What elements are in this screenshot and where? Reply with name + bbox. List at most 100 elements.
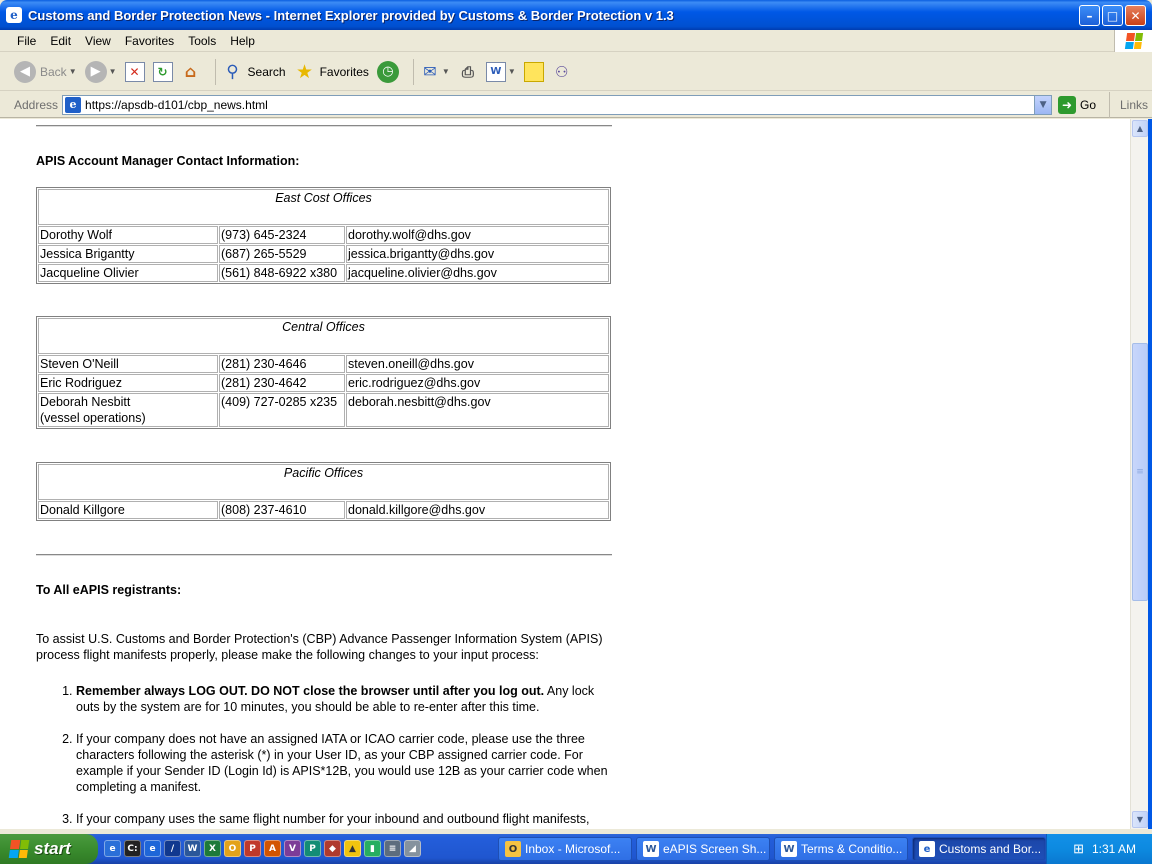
list-item: If your company uses the same flight num… bbox=[76, 811, 612, 829]
network-icon[interactable]: ⊞ bbox=[1073, 841, 1084, 857]
outlook-icon[interactable]: O bbox=[224, 840, 241, 857]
forward-dropdown-icon[interactable]: ▼ bbox=[109, 67, 117, 76]
east-offices-table: East Cost Offices Dorothy Wolf (973) 645… bbox=[36, 187, 611, 284]
go-label: Go bbox=[1080, 97, 1097, 112]
menu-tools[interactable]: Tools bbox=[181, 34, 223, 48]
favorites-button[interactable]: ★ Favorites bbox=[294, 61, 369, 83]
menu-favorites[interactable]: Favorites bbox=[118, 34, 181, 48]
windows-flag-icon bbox=[8, 840, 30, 858]
folder-icon[interactable]: ▲ bbox=[344, 840, 361, 857]
home-icon: ⌂ bbox=[184, 62, 197, 81]
contact-name: Steven O'Neill bbox=[38, 355, 218, 373]
menu-edit[interactable]: Edit bbox=[43, 34, 78, 48]
menu-view[interactable]: View bbox=[78, 34, 118, 48]
stop-button[interactable]: ✕ bbox=[124, 61, 145, 82]
scroll-down-button[interactable]: ▼ bbox=[1132, 811, 1148, 828]
edit-button[interactable]: W ▼ bbox=[485, 61, 516, 82]
menu-file[interactable]: File bbox=[10, 34, 43, 48]
search-button[interactable]: ⚲ Search bbox=[222, 61, 285, 83]
window-title: Customs and Border Protection News - Int… bbox=[28, 7, 674, 23]
visio-icon[interactable]: V bbox=[284, 840, 301, 857]
ie-icon[interactable]: e bbox=[144, 840, 161, 857]
office-heading: Pacific Offices bbox=[38, 464, 609, 500]
history-button[interactable]: ◷ bbox=[376, 60, 399, 83]
go-button[interactable]: ➜ Go bbox=[1058, 95, 1097, 114]
contact-note: (vessel operations) bbox=[40, 411, 146, 425]
edit-dropdown-icon[interactable]: ▼ bbox=[508, 67, 516, 76]
pacific-offices-table: Pacific Offices Donald Killgore (808) 23… bbox=[36, 462, 611, 521]
table-row: Deborah Nesbitt (vessel operations) (409… bbox=[38, 393, 609, 427]
contact-phone: (561) 848-6922 x380 bbox=[219, 264, 345, 282]
close-button[interactable]: ✕ bbox=[1125, 5, 1146, 26]
excel-icon[interactable]: X bbox=[204, 840, 221, 857]
address-field[interactable]: e ▼ bbox=[62, 94, 1053, 115]
home-button[interactable]: ⌂ bbox=[181, 62, 201, 82]
standard-toolbar: ◀ Back ▼ ▶ ▼ ✕ ↻ ⌂ ⚲ Search ★ Favorites … bbox=[0, 53, 1152, 91]
address-input[interactable] bbox=[85, 97, 1035, 112]
instruction-list: Remember always LOG OUT. DO NOT close th… bbox=[76, 683, 612, 829]
address-label: Address bbox=[14, 97, 59, 112]
maximize-button[interactable]: □ bbox=[1102, 5, 1123, 26]
start-button[interactable]: start bbox=[0, 834, 98, 864]
window-title-bar[interactable]: e Customs and Border Protection News - I… bbox=[0, 0, 1152, 30]
minimize-button[interactable]: – bbox=[1079, 5, 1100, 26]
mail-dropdown-icon[interactable]: ▼ bbox=[442, 67, 450, 76]
vertical-scrollbar[interactable]: ▲ ≡ ▼ bbox=[1130, 119, 1148, 829]
notes-button[interactable] bbox=[523, 61, 544, 82]
contact-email: jessica.brigantty@dhs.gov bbox=[346, 245, 609, 263]
back-button[interactable]: ◀ Back ▼ bbox=[14, 60, 77, 83]
publisher-icon[interactable]: P bbox=[304, 840, 321, 857]
print-button[interactable]: ⎙ bbox=[458, 62, 478, 82]
refresh-button[interactable]: ↻ bbox=[152, 61, 173, 82]
diamond-icon[interactable]: ◆ bbox=[324, 840, 341, 857]
task-buttons: O Inbox - Microsof... W eAPIS Screen Sh.… bbox=[498, 837, 1046, 861]
ie-icon[interactable]: e bbox=[104, 840, 121, 857]
word-icon: W bbox=[781, 841, 797, 857]
contact-phone: (973) 645-2324 bbox=[219, 226, 345, 244]
search-icon: ⚲ bbox=[226, 61, 239, 82]
task-label: Terms & Conditio... bbox=[801, 842, 903, 856]
book-icon[interactable]: ▮ bbox=[364, 840, 381, 857]
list-item: Remember always LOG OUT. DO NOT close th… bbox=[76, 683, 612, 715]
menu-bar: File Edit View Favorites Tools Help bbox=[0, 30, 1152, 52]
windows-logo bbox=[1114, 30, 1152, 52]
command-prompt-icon[interactable]: C: bbox=[124, 840, 141, 857]
scroll-up-button[interactable]: ▲ bbox=[1132, 120, 1148, 137]
task-inbox[interactable]: O Inbox - Microsof... bbox=[498, 837, 632, 861]
stop-icon: ✕ bbox=[124, 61, 145, 82]
contact-heading: APIS Account Manager Contact Information… bbox=[36, 154, 300, 168]
page-viewport[interactable]: APIS Account Manager Contact Information… bbox=[0, 119, 1130, 829]
clock[interactable]: 1:31 AM bbox=[1092, 842, 1136, 856]
shoe-icon[interactable]: ◢ bbox=[404, 840, 421, 857]
stack-icon[interactable]: ≡ bbox=[384, 840, 401, 857]
central-offices-table: Central Offices Steven O'Neill (281) 230… bbox=[36, 316, 611, 429]
ie-icon: e bbox=[919, 841, 935, 857]
access-icon[interactable]: A bbox=[264, 840, 281, 857]
forward-button[interactable]: ▶ ▼ bbox=[84, 60, 117, 83]
address-dropdown-icon[interactable]: ▼ bbox=[1034, 95, 1052, 114]
step-bold-text: Remember always LOG OUT. DO NOT close th… bbox=[76, 684, 545, 698]
contact-name: Dorothy Wolf bbox=[38, 226, 218, 244]
research-button[interactable]: ⚇ bbox=[552, 62, 572, 82]
outlook-icon: O bbox=[505, 841, 521, 857]
task-customs-news[interactable]: e Customs and Bor... bbox=[912, 837, 1046, 861]
office-heading: Central Offices bbox=[38, 318, 609, 354]
powerpoint-icon[interactable]: P bbox=[244, 840, 261, 857]
links-button[interactable]: Links bbox=[1108, 92, 1152, 118]
menu-help[interactable]: Help bbox=[223, 34, 262, 48]
step-text: If your company uses the same flight num… bbox=[76, 812, 590, 829]
scroll-thumb[interactable]: ≡ bbox=[1132, 343, 1148, 601]
task-terms[interactable]: W Terms & Conditio... bbox=[774, 837, 908, 861]
back-dropdown-icon[interactable]: ▼ bbox=[69, 67, 77, 76]
task-eapis-screens[interactable]: W eAPIS Screen Sh... bbox=[636, 837, 770, 861]
table-row: Steven O'Neill (281) 230-4646 steven.one… bbox=[38, 355, 609, 373]
taskbar: start e C: e / W X O P A V P ◆ ▲ ▮ ≡ ◢ O… bbox=[0, 834, 1152, 864]
start-label: start bbox=[34, 839, 71, 858]
mail-button[interactable]: ✉ ▼ bbox=[420, 62, 450, 82]
table-row: Eric Rodriguez (281) 230-4642 eric.rodri… bbox=[38, 374, 609, 392]
ie-icon: e bbox=[6, 7, 22, 23]
word-icon[interactable]: W bbox=[184, 840, 201, 857]
contact-email: jacqueline.olivier@dhs.gov bbox=[346, 264, 609, 282]
pen-icon[interactable]: / bbox=[164, 840, 181, 857]
contact-phone: (687) 265-5529 bbox=[219, 245, 345, 263]
